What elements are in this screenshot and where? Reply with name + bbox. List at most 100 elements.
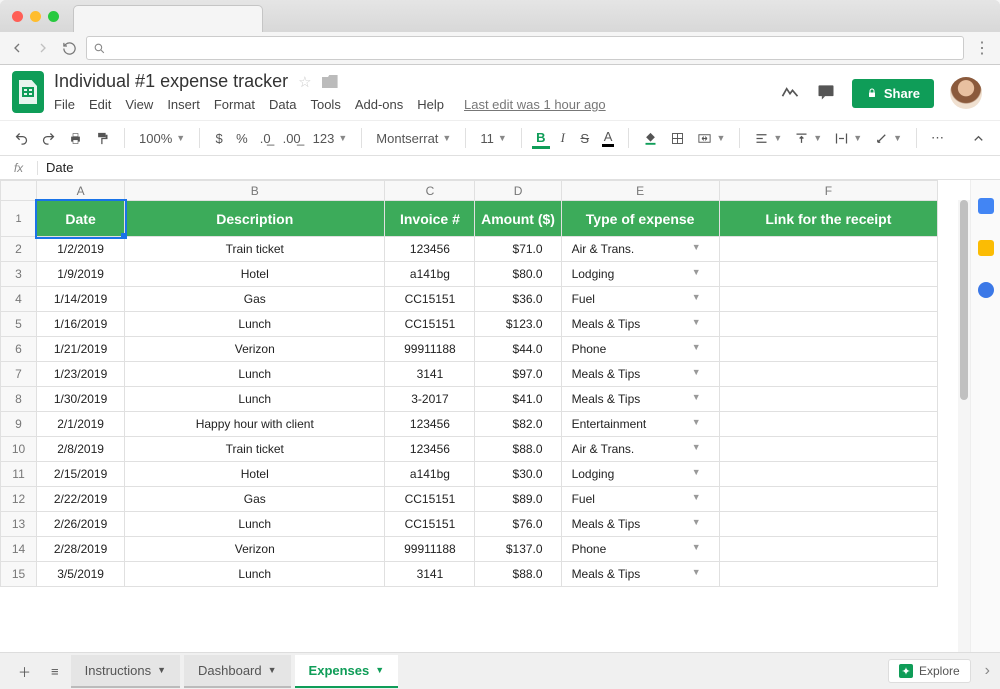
row-header[interactable]: 8	[1, 387, 37, 412]
keep-addon-icon[interactable]	[978, 240, 994, 256]
chevron-down-icon[interactable]: ▼	[692, 342, 701, 352]
chevron-down-icon[interactable]: ▼	[692, 242, 701, 252]
cell-link[interactable]	[719, 262, 937, 287]
number-format-select[interactable]: 123 ▼	[309, 129, 352, 148]
header-invoice[interactable]: Invoice #	[385, 201, 475, 237]
row-header-1[interactable]: 1	[1, 201, 37, 237]
cell-amount[interactable]: $44.0	[475, 337, 561, 362]
table-row[interactable]: 92/1/2019Happy hour with client123456$82…	[1, 412, 938, 437]
cell-date[interactable]: 1/30/2019	[37, 387, 125, 412]
currency-button[interactable]: $	[210, 129, 228, 148]
maximize-window-icon[interactable]	[48, 11, 59, 22]
chevron-down-icon[interactable]: ▼	[692, 417, 701, 427]
cell-type[interactable]: Meals & Tips▼	[561, 387, 719, 412]
select-all-corner[interactable]	[1, 181, 37, 201]
formula-input[interactable]: Date	[38, 160, 81, 175]
table-row[interactable]: 51/16/2019LunchCC15151$123.0Meals & Tips…	[1, 312, 938, 337]
more-toolbar-icon[interactable]: ⋯	[927, 128, 948, 148]
cell-type[interactable]: Meals & Tips▼	[561, 362, 719, 387]
row-header[interactable]: 11	[1, 462, 37, 487]
cell-date[interactable]: 2/1/2019	[37, 412, 125, 437]
menu-format[interactable]: Format	[214, 97, 255, 112]
print-button[interactable]	[64, 129, 87, 148]
menu-help[interactable]: Help	[417, 97, 444, 112]
undo-button[interactable]	[10, 129, 33, 148]
cell-invoice[interactable]: CC15151	[385, 512, 475, 537]
row-header[interactable]: 5	[1, 312, 37, 337]
cell-amount[interactable]: $97.0	[475, 362, 561, 387]
header-date[interactable]: Date	[37, 201, 125, 237]
row-header[interactable]: 15	[1, 562, 37, 587]
cell-desc[interactable]: Gas	[125, 287, 385, 312]
activity-icon[interactable]	[780, 82, 800, 105]
cell-amount[interactable]: $137.0	[475, 537, 561, 562]
row-header[interactable]: 12	[1, 487, 37, 512]
tab-instructions[interactable]: Instructions ▼	[71, 655, 180, 688]
cell-date[interactable]: 1/16/2019	[37, 312, 125, 337]
cell-desc[interactable]: Hotel	[125, 262, 385, 287]
menu-file[interactable]: File	[54, 97, 75, 112]
back-button[interactable]	[8, 40, 26, 56]
last-edit-label[interactable]: Last edit was 1 hour ago	[464, 97, 606, 112]
row-header[interactable]: 2	[1, 237, 37, 262]
chevron-down-icon[interactable]: ▼	[692, 492, 701, 502]
chevron-down-icon[interactable]: ▼	[692, 392, 701, 402]
browser-tab[interactable]	[73, 5, 263, 32]
cell-amount[interactable]: $36.0	[475, 287, 561, 312]
cell-desc[interactable]: Train ticket	[125, 237, 385, 262]
row-header[interactable]: 6	[1, 337, 37, 362]
col-header-d[interactable]: D	[475, 181, 561, 201]
paint-format-button[interactable]	[91, 129, 114, 148]
cell-amount[interactable]: $71.0	[475, 237, 561, 262]
cell-type[interactable]: Air & Trans.▼	[561, 237, 719, 262]
cell-amount[interactable]: $82.0	[475, 412, 561, 437]
cell-amount[interactable]: $41.0	[475, 387, 561, 412]
cell-link[interactable]	[719, 537, 937, 562]
cell-date[interactable]: 3/5/2019	[37, 562, 125, 587]
cell-type[interactable]: Lodging▼	[561, 462, 719, 487]
redo-button[interactable]	[37, 129, 60, 148]
minimize-window-icon[interactable]	[30, 11, 41, 22]
bold-button[interactable]: B	[532, 128, 550, 149]
borders-button[interactable]	[666, 129, 689, 148]
cell-type[interactable]: Phone▼	[561, 537, 719, 562]
cell-link[interactable]	[719, 287, 937, 312]
cell-desc[interactable]: Verizon	[125, 337, 385, 362]
row-header[interactable]: 13	[1, 512, 37, 537]
chevron-down-icon[interactable]: ▼	[692, 292, 701, 302]
merge-button[interactable]: ▼	[693, 129, 729, 148]
col-header-c[interactable]: C	[385, 181, 475, 201]
table-row[interactable]: 102/8/2019Train ticket123456$88.0Air & T…	[1, 437, 938, 462]
table-row[interactable]: 122/22/2019GasCC15151$89.0Fuel▼	[1, 487, 938, 512]
cell-date[interactable]: 1/2/2019	[37, 237, 125, 262]
col-header-f[interactable]: F	[719, 181, 937, 201]
all-sheets-button[interactable]: ≡	[43, 658, 67, 685]
cell-invoice[interactable]: a141bg	[385, 262, 475, 287]
cell-amount[interactable]: $80.0	[475, 262, 561, 287]
cell-link[interactable]	[719, 437, 937, 462]
cell-link[interactable]	[719, 412, 937, 437]
calendar-addon-icon[interactable]	[978, 198, 994, 214]
cell-date[interactable]: 1/14/2019	[37, 287, 125, 312]
share-button[interactable]: Share	[852, 79, 934, 108]
header-amount[interactable]: Amount ($)	[475, 201, 561, 237]
cell-desc[interactable]: Hotel	[125, 462, 385, 487]
cell-desc[interactable]: Happy hour with client	[125, 412, 385, 437]
add-sheet-button[interactable]: ＋	[10, 656, 39, 687]
cell-desc[interactable]: Verizon	[125, 537, 385, 562]
cell-link[interactable]	[719, 562, 937, 587]
cell-type[interactable]: Meals & Tips▼	[561, 312, 719, 337]
tasks-addon-icon[interactable]	[978, 282, 994, 298]
cell-amount[interactable]: $123.0	[475, 312, 561, 337]
cell-link[interactable]	[719, 237, 937, 262]
h-align-button[interactable]: ▼	[750, 129, 786, 148]
col-header-a[interactable]: A	[37, 181, 125, 201]
sheets-logo-icon[interactable]	[12, 71, 44, 113]
cell-date[interactable]: 1/21/2019	[37, 337, 125, 362]
table-row[interactable]: 132/26/2019LunchCC15151$76.0Meals & Tips…	[1, 512, 938, 537]
cell-desc[interactable]: Lunch	[125, 512, 385, 537]
cell-date[interactable]: 2/26/2019	[37, 512, 125, 537]
cell-date[interactable]: 2/22/2019	[37, 487, 125, 512]
chevron-down-icon[interactable]: ▼	[692, 517, 701, 527]
cell-invoice[interactable]: 123456	[385, 237, 475, 262]
